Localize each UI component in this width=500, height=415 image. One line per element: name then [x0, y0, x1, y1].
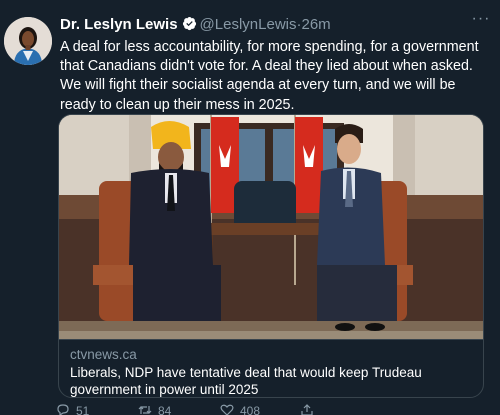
like-button[interactable]: 408	[220, 404, 260, 415]
tweet-header: Dr. Leslyn Lewis @LeslynLewis·26m	[60, 16, 331, 36]
verified-badge-icon	[182, 16, 197, 31]
reply-icon	[57, 404, 69, 415]
card-domain: ctvnews.ca	[70, 347, 137, 362]
retweet-count: 84	[158, 404, 172, 415]
timestamp[interactable]: 26m	[301, 16, 330, 33]
card-title[interactable]: Liberals, NDP have tentative deal that w…	[70, 365, 470, 397]
like-icon	[220, 404, 234, 415]
retweet-button[interactable]: 84	[138, 404, 171, 415]
more-options-icon[interactable]: ···	[470, 11, 492, 30]
tweet[interactable]: Dr. Leslyn Lewis @LeslynLewis·26m ··· A d…	[0, 0, 500, 415]
tweet-text: A deal for less accountability, for more…	[60, 39, 479, 113]
reply-count: 51	[76, 404, 90, 415]
retweet-icon	[138, 406, 152, 414]
card-image[interactable]	[59, 115, 484, 339]
reply-button[interactable]: 51	[56, 404, 89, 415]
card-footer[interactable]: ctvnews.ca Liberals, NDP have tentative …	[59, 339, 483, 397]
avatar[interactable]	[4, 17, 52, 65]
like-count: 408	[240, 404, 261, 415]
action-bar: 51 84 408	[56, 404, 456, 415]
display-name[interactable]: Dr. Leslyn Lewis	[60, 16, 178, 33]
share-button[interactable]	[300, 404, 320, 415]
link-card[interactable]: ctvnews.ca Liberals, NDP have tentative …	[58, 114, 484, 398]
share-icon	[301, 404, 313, 415]
handle[interactable]: @LeslynLewis	[200, 16, 297, 33]
